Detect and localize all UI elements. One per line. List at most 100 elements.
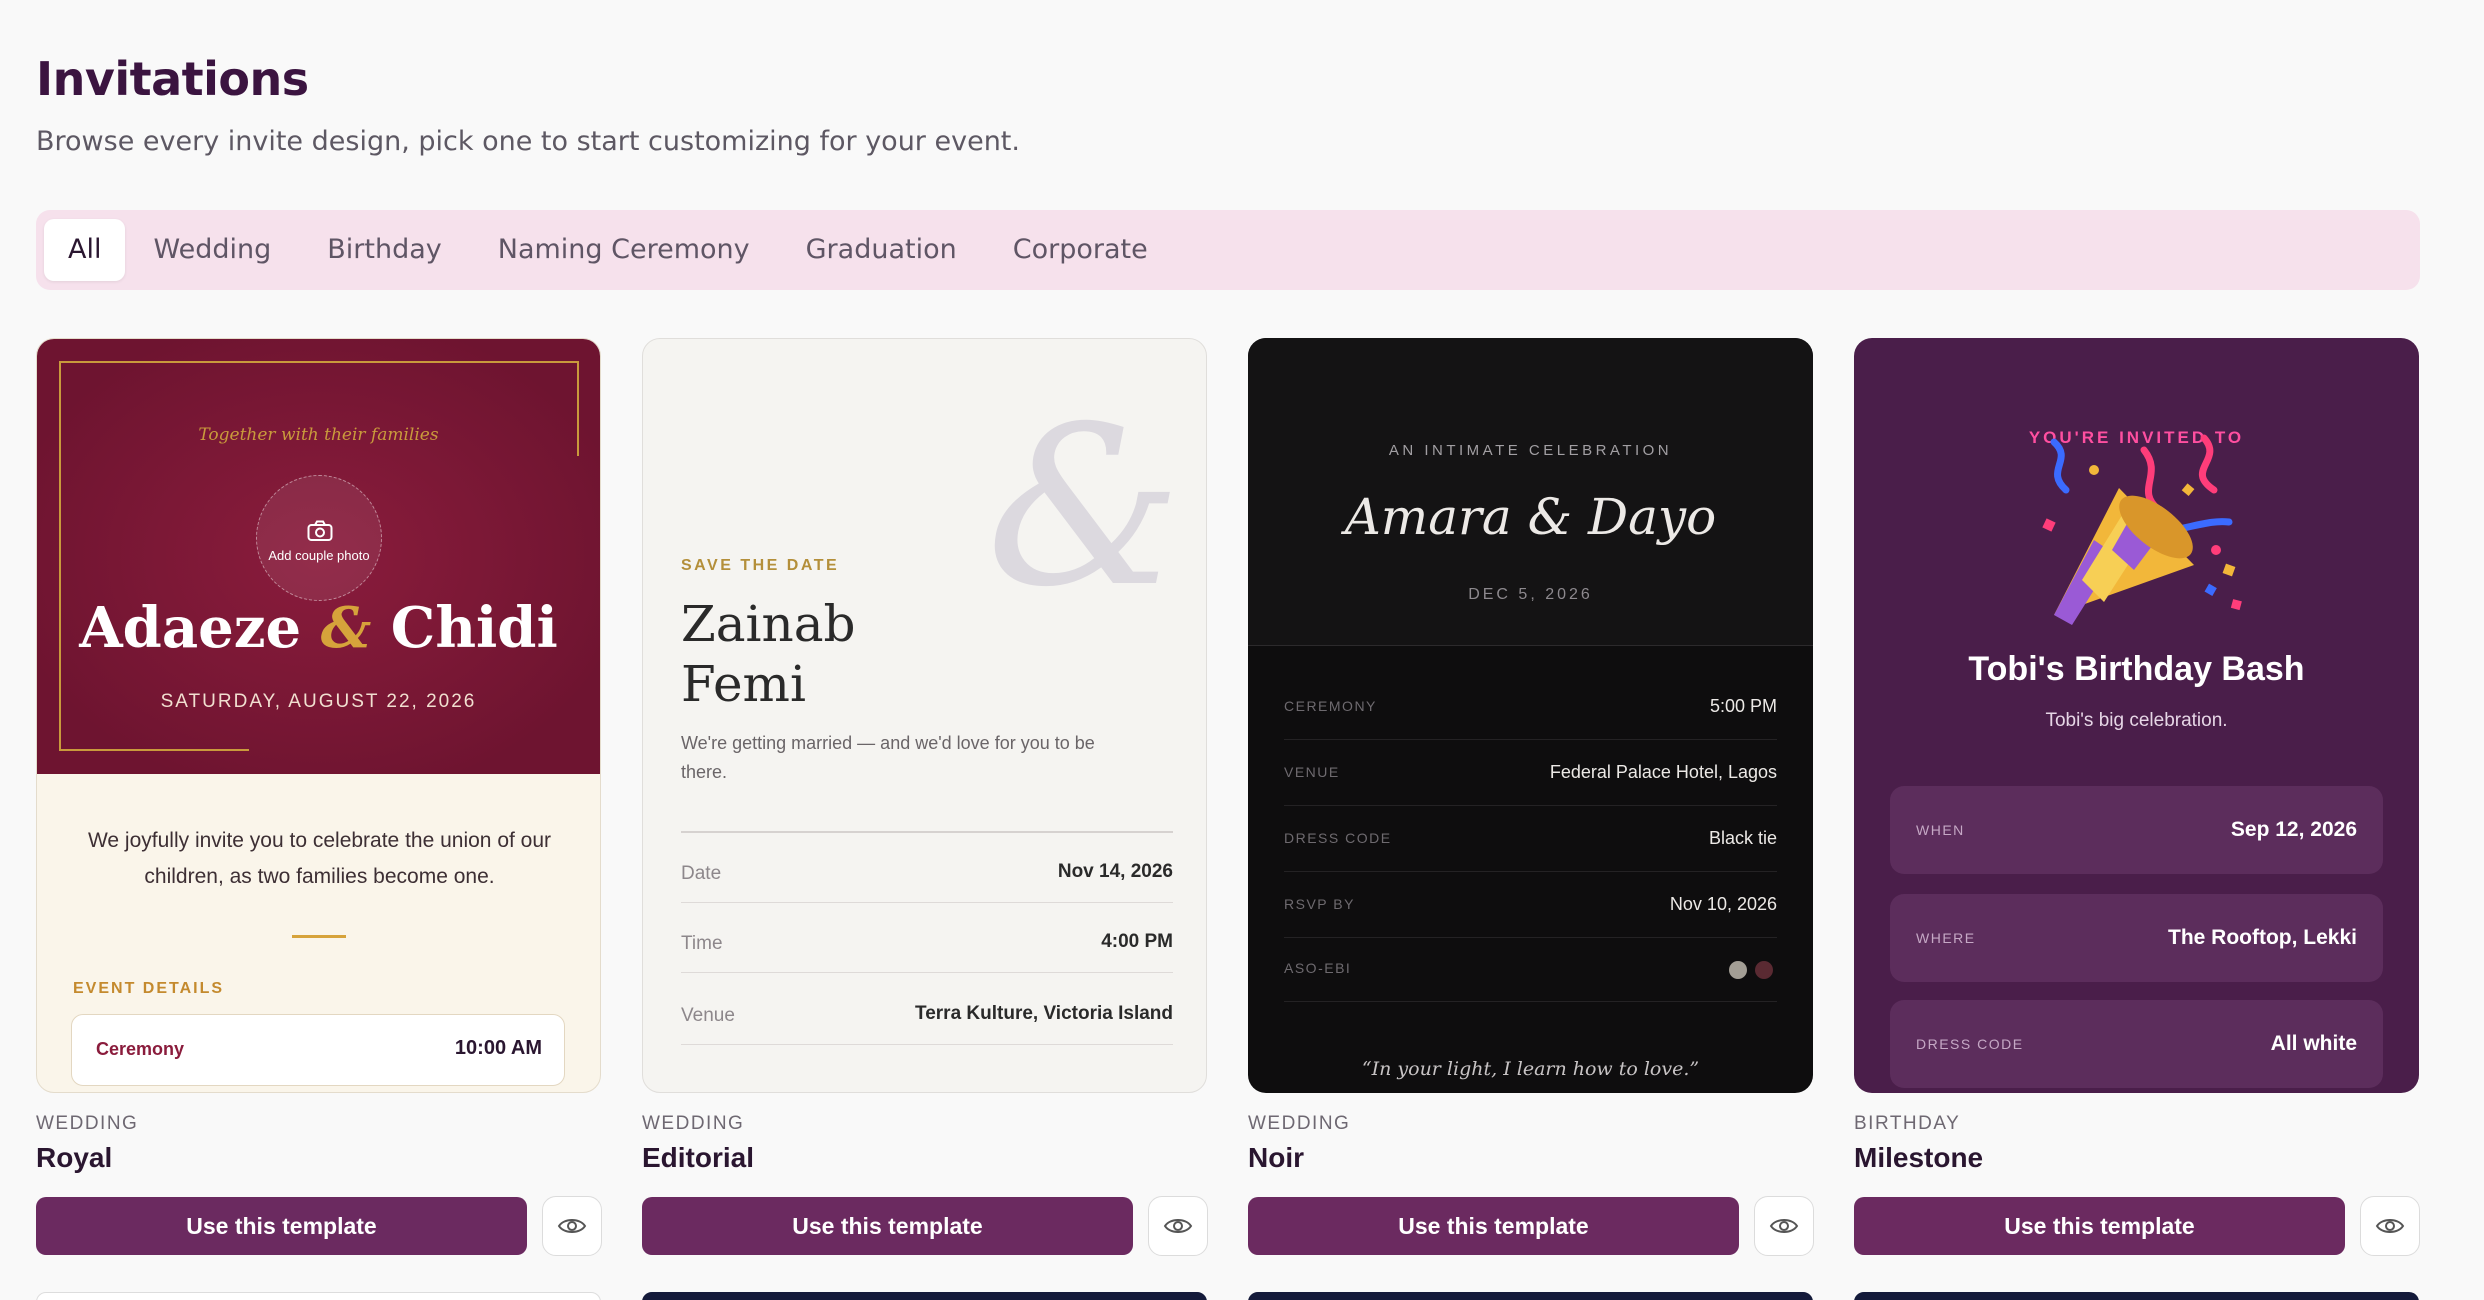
color-swatch (1729, 961, 1747, 979)
detail-label: RSVP BY (1284, 896, 1355, 912)
detail-value: Nov 10, 2026 (1669, 894, 1777, 914)
detail-row: Venue Terra Kulture, Victoria Island (681, 975, 1173, 1045)
detail-row: DRESS CODE Black tie (1284, 806, 1777, 872)
detail-row: Time 4:00 PM (681, 903, 1173, 973)
template-category: WEDDING (642, 1113, 745, 1134)
next-template-card[interactable] (642, 1292, 1207, 1300)
add-photo-label: Add couple photo (268, 548, 370, 563)
detail-value: Sep 12, 2026 (2230, 818, 2357, 841)
template-category: WEDDING (1248, 1113, 1351, 1134)
template-category: BIRTHDAY (1854, 1113, 1961, 1134)
gold-divider (292, 935, 346, 938)
template-name: Editorial (642, 1142, 755, 1173)
page-subtitle: Browse every invite design, pick one to … (36, 126, 1020, 157)
template-preview-editorial[interactable]: & SAVE THE DATE Zainab Femi We're gettin… (642, 338, 1207, 1093)
event-time: 10:00 AM (454, 1037, 542, 1059)
name-2: Femi (681, 655, 806, 713)
event-subtitle: Tobi's big celebration. (2045, 710, 2228, 731)
color-swatch (1755, 961, 1773, 979)
event-detail-row: Ceremony 10:00 AM (71, 1014, 565, 1086)
use-template-button[interactable]: Use this template (642, 1197, 1133, 1255)
couple-names: Amara & Dayo (1344, 488, 1717, 546)
detail-value: Terra Kulture, Victoria Island (915, 1003, 1173, 1024)
detail-value: Federal Palace Hotel, Lagos (1549, 762, 1777, 782)
tab-graduation[interactable]: Graduation (778, 219, 985, 281)
detail-label: ASO-EBI (1284, 960, 1352, 976)
tagline: AN INTIMATE CELEBRATION (1388, 442, 1673, 459)
detail-row: CEREMONY 5:00 PM (1284, 674, 1777, 740)
detail-row: VENUE Federal Palace Hotel, Lagos (1284, 740, 1777, 806)
use-template-button[interactable]: Use this template (1248, 1197, 1739, 1255)
eye-icon (1769, 1219, 1799, 1233)
detail-value: 5:00 PM (1709, 696, 1777, 716)
page-title: Invitations (36, 52, 309, 106)
tab-corporate[interactable]: Corporate (985, 219, 1176, 281)
next-template-card[interactable] (36, 1292, 601, 1300)
preview-button[interactable] (542, 1196, 602, 1256)
detail-label: VENUE (1284, 764, 1340, 780)
quote: “In your light, I learn how to love.” (1361, 1058, 1700, 1080)
invitations-page: Invitations Browse every invite design, … (0, 0, 2484, 1300)
template-preview-noir[interactable]: AN INTIMATE CELEBRATION Amara & Dayo DEC… (1248, 338, 1813, 1093)
event-details-label: EVENT DETAILS (73, 980, 225, 997)
detail-label: WHERE (1916, 930, 1976, 946)
template-preview-milestone[interactable]: YOU'RE INVITED TO Tobi's Birthday Bash T… (1854, 338, 2419, 1093)
event-title: Tobi's Birthday Bash (1968, 650, 2305, 688)
camera-icon (307, 520, 333, 541)
together-text: Together with their families (198, 425, 439, 445)
detail-row: DRESS CODE All white (1890, 1000, 2383, 1088)
detail-row: RSVP BY Nov 10, 2026 (1284, 872, 1777, 938)
detail-value: Nov 14, 2026 (1057, 861, 1173, 882)
wedding-date: DEC 5, 2026 (1468, 586, 1593, 603)
detail-row: Date Nov 14, 2026 (681, 833, 1173, 903)
detail-label: DRESS CODE (1916, 1036, 2024, 1052)
detail-label: Time (681, 933, 723, 954)
tab-wedding[interactable]: Wedding (125, 219, 299, 281)
eye-icon (1163, 1219, 1193, 1233)
template-preview-royal[interactable]: Together with their families Add couple … (36, 338, 601, 1093)
template-name: Milestone (1854, 1142, 1984, 1173)
detail-value: The Rooftop, Lekki (2168, 926, 2357, 949)
template-name: Noir (1248, 1142, 1304, 1173)
detail-value: Black tie (1708, 828, 1777, 848)
detail-row: WHERE The Rooftop, Lekki (1890, 894, 2383, 982)
detail-row: WHEN Sep 12, 2026 (1890, 786, 2383, 874)
tab-birthday[interactable]: Birthday (299, 219, 470, 281)
category-tabs: All Wedding Birthday Naming Ceremony Gra… (36, 210, 2420, 290)
preview-button[interactable] (2360, 1196, 2420, 1256)
tab-naming-ceremony[interactable]: Naming Ceremony (470, 219, 778, 281)
detail-label: DRESS CODE (1284, 830, 1392, 846)
use-template-button[interactable]: Use this template (36, 1197, 527, 1255)
preview-button[interactable] (1754, 1196, 1814, 1256)
detail-label: CEREMONY (1284, 698, 1377, 714)
tab-all[interactable]: All (44, 219, 126, 281)
detail-label: Venue (681, 1005, 735, 1026)
save-the-date-label: SAVE THE DATE (681, 557, 840, 574)
name-2: Chidi (390, 595, 558, 661)
ampersand-watermark: & (986, 379, 1182, 635)
party-popper-icon (2042, 434, 2242, 625)
next-template-card[interactable] (1854, 1292, 2419, 1300)
eye-icon (557, 1219, 587, 1233)
event-name: Ceremony (96, 1039, 185, 1059)
eye-icon (2375, 1219, 2405, 1233)
wedding-date: SATURDAY, AUGUST 22, 2026 (160, 691, 477, 712)
use-template-button[interactable]: Use this template (1854, 1197, 2345, 1255)
name-1: Zainab (681, 595, 856, 653)
next-template-card[interactable] (1248, 1292, 1813, 1300)
add-couple-photo[interactable]: Add couple photo (256, 475, 382, 601)
detail-label: Date (681, 863, 722, 884)
detail-value: 4:00 PM (1101, 931, 1173, 952)
detail-label: WHEN (1916, 822, 1965, 838)
template-name: Royal (36, 1142, 113, 1173)
name-1: Adaeze (79, 595, 302, 661)
ampersand: & (320, 595, 372, 661)
couple-names: Adaeze & Chidi (37, 595, 600, 661)
template-category: WEDDING (36, 1113, 139, 1134)
invite-message: We joyfully invite you to celebrate the … (87, 829, 552, 888)
detail-row: ASO-EBI (1284, 936, 1777, 1002)
royal-header-panel: Together with their families Add couple … (37, 339, 600, 774)
detail-value: All white (2270, 1032, 2357, 1055)
invite-message: We're getting married — and we'd love fo… (681, 733, 1095, 782)
preview-button[interactable] (1148, 1196, 1208, 1256)
